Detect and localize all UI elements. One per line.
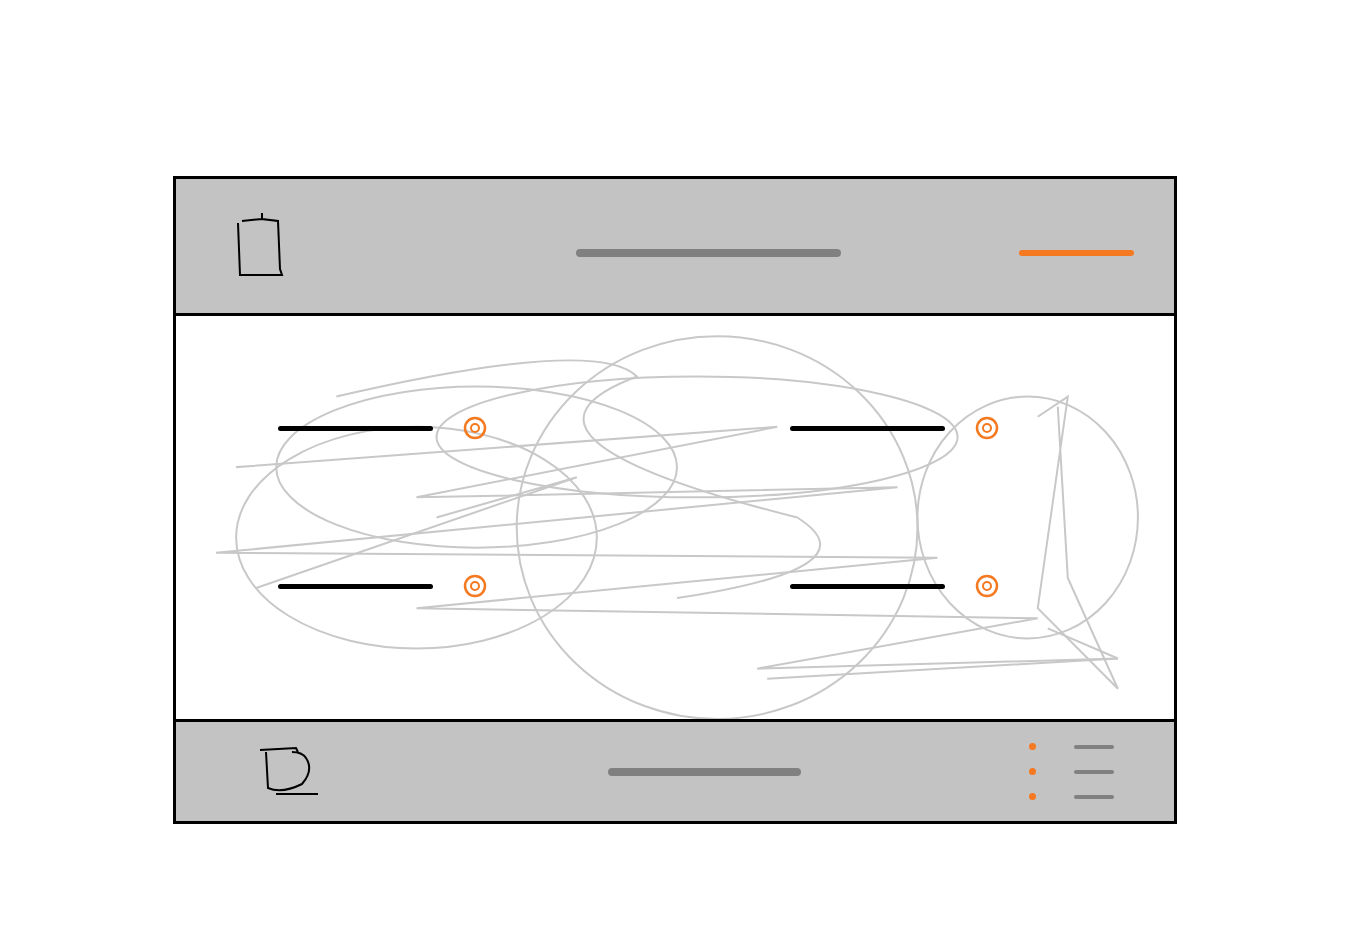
text-placeholder [790,584,945,589]
text-placeholder [278,426,433,431]
item-row [176,572,1174,600]
dot-mark [1029,793,1036,800]
menu [1029,743,1114,800]
title-placeholder [608,768,801,776]
cup-icon [256,744,320,800]
list-item[interactable] [278,572,790,600]
footer [176,719,1174,821]
header [176,179,1174,316]
list-item[interactable] [790,414,1174,442]
menu-item[interactable] [1029,743,1114,750]
list-item[interactable] [790,572,1174,600]
circle-icon[interactable] [973,572,1001,600]
text-placeholder [790,426,945,431]
text-placeholder [278,584,433,589]
line-mark [1074,745,1114,749]
circle-icon[interactable] [461,572,489,600]
menu-item[interactable] [1029,768,1114,775]
dot-mark [1029,743,1036,750]
circle-icon[interactable] [973,414,1001,442]
list-item[interactable] [278,414,790,442]
page-icon [232,211,288,281]
app-frame [173,176,1177,824]
line-mark [1074,795,1114,799]
dot-mark [1029,768,1036,775]
title-placeholder [576,249,841,257]
item-row [176,414,1174,442]
circle-icon[interactable] [461,414,489,442]
line-mark [1074,770,1114,774]
menu-item[interactable] [1029,793,1114,800]
page [0,0,1362,930]
scribble-drawing [176,316,1174,719]
main-area [176,316,1174,719]
action-button[interactable] [1019,250,1134,256]
